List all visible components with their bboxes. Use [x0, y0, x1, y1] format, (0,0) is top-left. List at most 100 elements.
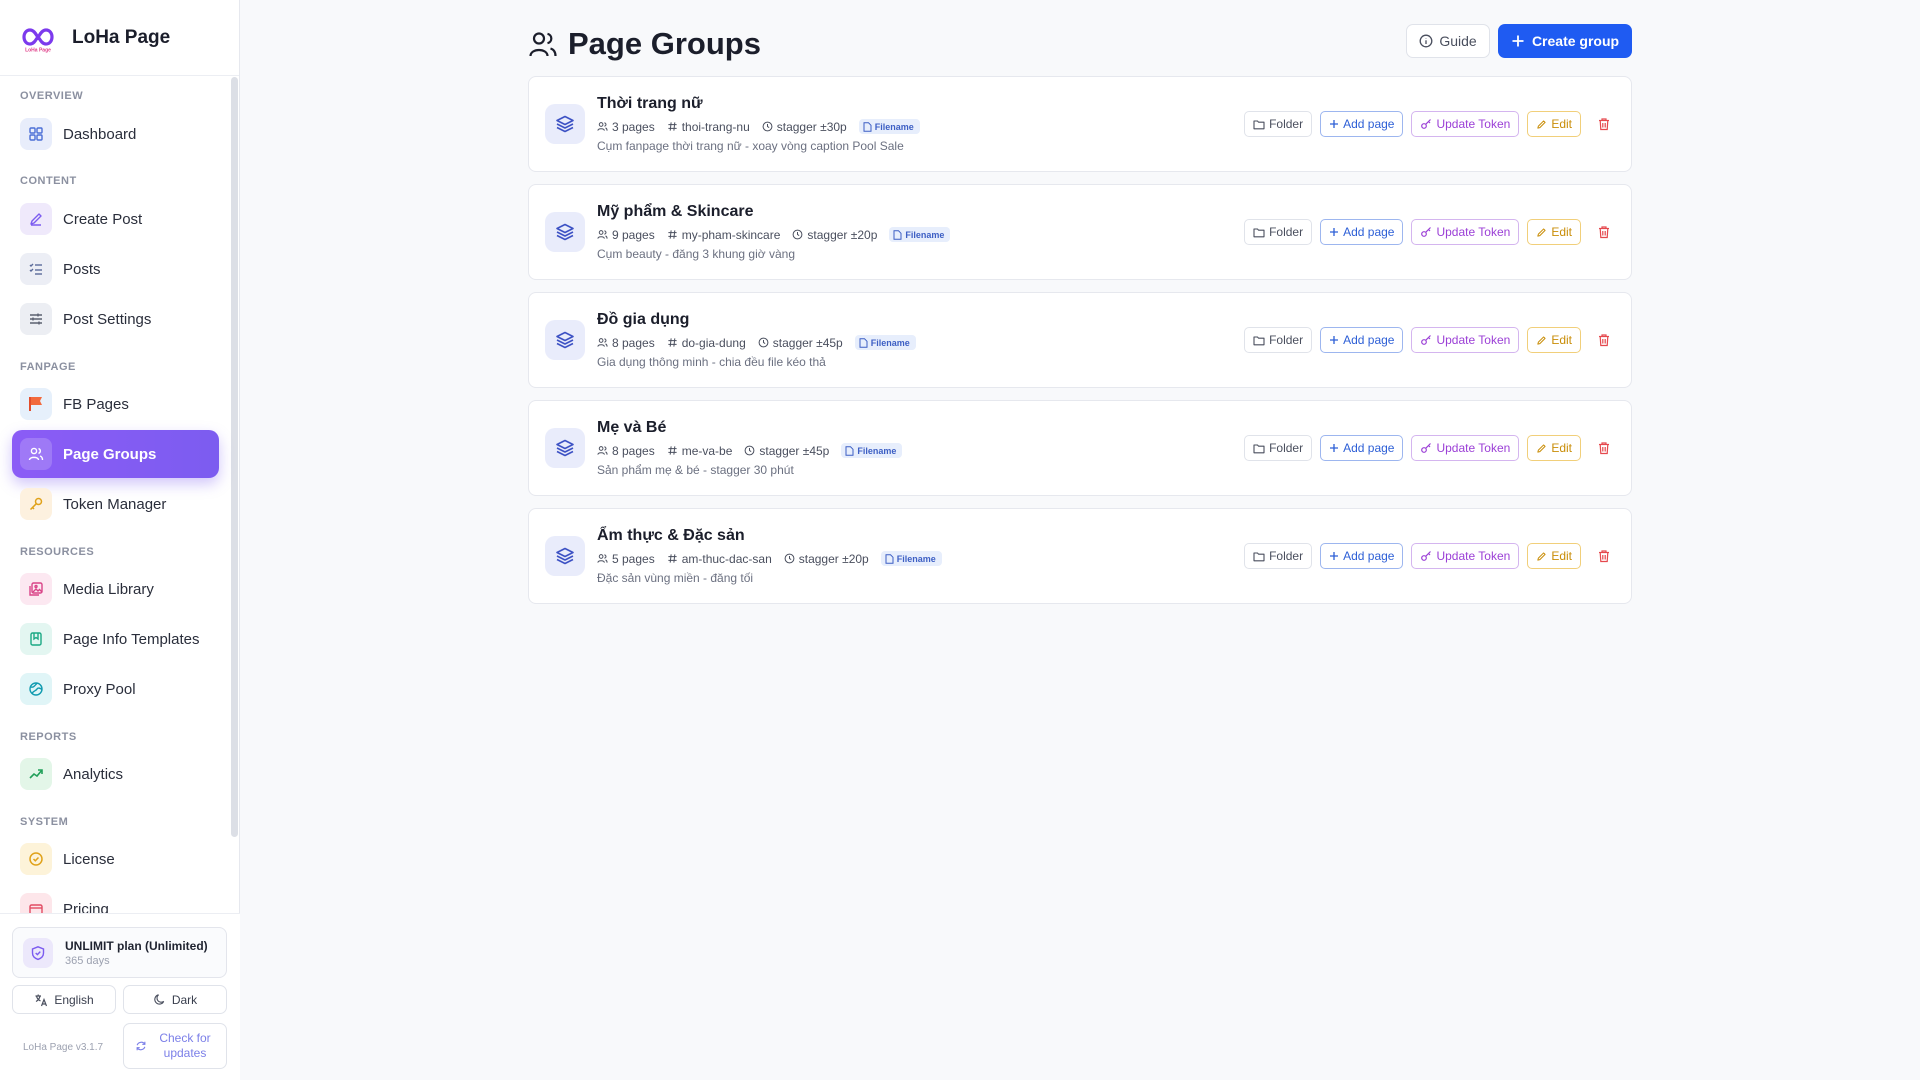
trend-up-icon — [20, 758, 52, 790]
update-token-button[interactable]: Update Token — [1411, 111, 1520, 137]
create-group-label: Create group — [1531, 33, 1620, 49]
sidebar-scrollbar[interactable] — [231, 77, 238, 837]
app-version: LoHa Page v3.1.7 — [23, 1042, 104, 1053]
folder-icon — [1253, 335, 1265, 345]
check-updates-button[interactable]: Check for updates — [123, 1023, 227, 1069]
sidebar-item-proxy-pool[interactable]: Proxy Pool — [12, 665, 219, 713]
delete-button[interactable] — [1595, 547, 1613, 565]
shield-icon — [23, 937, 53, 968]
group-name: Ẩm thực & Đặc sản — [597, 527, 745, 544]
plan-duration: 365 days — [65, 954, 110, 967]
sidebar-item-page-info-templates[interactable]: Page Info Templates — [12, 615, 219, 663]
delete-button[interactable] — [1595, 439, 1613, 457]
delete-button[interactable] — [1595, 115, 1613, 133]
language-button[interactable]: English — [12, 985, 116, 1014]
sidebar-item-label: Posts — [63, 260, 101, 278]
sidebar-item-label: Post Settings — [63, 310, 152, 328]
folder-button[interactable]: Folder — [1244, 327, 1313, 353]
group-card[interactable]: Đồ gia dụng 8 pages do-gia-dung stagger … — [528, 292, 1632, 388]
sidebar-item-create-post[interactable]: Create Post — [12, 195, 219, 243]
update-token-button[interactable]: Update Token — [1411, 219, 1520, 245]
pencil-icon — [1537, 227, 1546, 237]
sidebar-item-label: Token Manager — [63, 495, 167, 513]
key-icon — [1421, 119, 1432, 129]
hash-icon — [668, 122, 677, 131]
edit-button[interactable]: Edit — [1527, 327, 1581, 353]
hash-icon — [668, 554, 677, 563]
sidebar-item-analytics[interactable]: Analytics — [12, 750, 219, 798]
delete-button[interactable] — [1595, 223, 1613, 241]
add-page-button[interactable]: Add page — [1320, 435, 1404, 461]
sidebar-item-license[interactable]: License — [12, 835, 219, 883]
add-page-button[interactable]: Add page — [1320, 543, 1404, 569]
section-label: REPORTS — [20, 731, 77, 743]
group-card[interactable]: Ẩm thực & Đặc sản 5 pages am-thuc-dac-sa… — [528, 508, 1632, 604]
sidebar-item-page-groups[interactable]: Page Groups — [12, 430, 219, 478]
pencil-icon — [1537, 119, 1546, 129]
group-stagger: stagger ±45p — [758, 336, 843, 350]
edit-button[interactable]: Edit — [1527, 435, 1581, 461]
sidebar-item-posts[interactable]: Posts — [12, 245, 219, 293]
group-actions: Folder Add page Update Token Edit — [1236, 219, 1613, 245]
edit-button[interactable]: Edit — [1527, 219, 1581, 245]
group-card[interactable]: Mỹ phẩm & Skincare 9 pages my-pham-skinc… — [528, 184, 1632, 280]
sidebar-item-token-manager[interactable]: Token Manager — [12, 480, 219, 528]
folder-button[interactable]: Folder — [1244, 111, 1313, 137]
trash-icon — [1599, 226, 1609, 239]
section-label: OVERVIEW — [20, 90, 84, 102]
group-card[interactable]: Mẹ và Bé 8 pages me-va-be stagger ±45p F… — [528, 400, 1632, 496]
folder-button[interactable]: Folder — [1244, 543, 1313, 569]
check-updates-label: Check for updates — [159, 1031, 211, 1060]
plus-icon — [1512, 35, 1524, 47]
group-slug: thoi-trang-nu — [667, 120, 750, 134]
edit-label: Edit — [1551, 441, 1572, 455]
sidebar-item-fb-pages[interactable]: FB Pages — [12, 380, 219, 428]
sidebar-item-dashboard[interactable]: Dashboard — [12, 110, 219, 158]
brand[interactable]: LoHa Page LoHa Page — [0, 0, 239, 76]
edit-label: Edit — [1551, 117, 1572, 131]
sidebar-item-media-library[interactable]: Media Library — [12, 565, 219, 613]
update-token-button[interactable]: Update Token — [1411, 543, 1520, 569]
update-token-button[interactable]: Update Token — [1411, 435, 1520, 461]
plan-card[interactable]: UNLIMIT plan (Unlimited) 365 days — [12, 927, 227, 978]
add-page-label: Add page — [1343, 441, 1395, 455]
add-page-button[interactable]: Add page — [1320, 327, 1404, 353]
group-description: Đặc sản vùng miền - đăng tối — [597, 571, 754, 585]
sidebar-item-label: Page Info Templates — [63, 630, 200, 648]
group-slug: me-va-be — [667, 444, 732, 458]
update-token-button[interactable]: Update Token — [1411, 327, 1520, 353]
clock-icon — [793, 229, 803, 240]
theme-toggle[interactable]: Dark — [123, 985, 227, 1014]
folder-icon — [1253, 227, 1265, 237]
add-page-button[interactable]: Add page — [1320, 111, 1404, 137]
add-page-label: Add page — [1343, 225, 1395, 239]
folder-button[interactable]: Folder — [1244, 219, 1313, 245]
sidebar-item-label: Dashboard — [63, 125, 137, 143]
create-group-button[interactable]: Create group — [1498, 24, 1632, 58]
guide-button[interactable]: Guide — [1406, 24, 1490, 58]
add-page-button[interactable]: Add page — [1320, 219, 1404, 245]
trash-icon — [1599, 334, 1609, 347]
edit-button[interactable]: Edit — [1527, 543, 1581, 569]
folder-button[interactable]: Folder — [1244, 435, 1313, 461]
card-icon — [20, 893, 52, 913]
folder-icon — [1253, 551, 1265, 561]
sidebar-item-label: Analytics — [63, 765, 124, 783]
delete-button[interactable] — [1595, 331, 1613, 349]
stagger-text: stagger ±45p — [772, 335, 843, 350]
trash-icon — [1599, 118, 1609, 131]
folder-label: Folder — [1269, 225, 1304, 239]
sidebar-item-post-settings[interactable]: Post Settings — [12, 295, 219, 343]
svg-text:LoHa Page: LoHa Page — [25, 47, 51, 53]
file-icon — [859, 337, 868, 348]
slug-text: my-pham-skincare — [681, 227, 781, 242]
sidebar-item-pricing[interactable]: Pricing — [12, 885, 219, 913]
page-count: 8 pages — [597, 336, 655, 350]
sidebar-item-label: Page Groups — [63, 445, 157, 463]
group-card[interactable]: Thời trang nữ 3 pages thoi-trang-nu stag… — [528, 76, 1632, 172]
layers-icon — [545, 320, 585, 360]
group-slug: do-gia-dung — [667, 336, 746, 350]
group-meta: 8 pages do-gia-dung stagger ±45p Filenam… — [597, 335, 916, 350]
edit-button[interactable]: Edit — [1527, 111, 1581, 137]
globe-icon — [20, 673, 52, 705]
